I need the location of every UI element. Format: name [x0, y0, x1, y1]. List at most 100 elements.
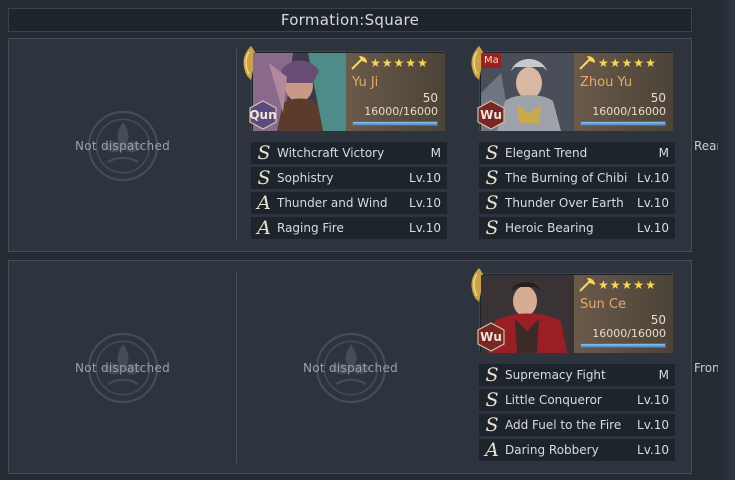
skill-level: Lv.10	[637, 221, 669, 235]
front-slot-2[interactable]: Not dispatched	[237, 261, 464, 475]
skill-row[interactable]: S Heroic Bearing Lv.10	[479, 217, 675, 239]
hero-card[interactable]: Wu ★ ★ ★ ★ ★ Sun Ce 50 16000/16000	[471, 268, 673, 353]
window-edge	[718, 0, 735, 480]
hp-bar-fill	[581, 122, 665, 125]
skill-name: Supremacy Fight	[505, 368, 606, 382]
skill-row[interactable]: S Little Conqueror Lv.10	[479, 389, 675, 411]
hp-bar	[580, 121, 666, 126]
hero-hp: 16000/16000	[592, 327, 666, 340]
hero-slot-yu-ji[interactable]: Qun ★ ★ ★ ★ ★ Yu Ji 50 16000/16000 S Wit…	[237, 39, 464, 253]
skill-grade: S	[485, 217, 499, 239]
skill-row[interactable]: S Supremacy Fight M	[479, 364, 675, 386]
skill-grade: S	[485, 192, 499, 214]
skill-list: S Supremacy Fight M S Little Conqueror L…	[479, 364, 675, 464]
skill-grade: S	[485, 364, 499, 386]
star-icon: ★	[381, 56, 393, 70]
faction-hexagon-icon: Wu	[476, 100, 506, 130]
skill-grade: S	[257, 142, 271, 164]
skill-level: M	[658, 146, 669, 160]
skill-grade: A	[257, 192, 271, 214]
skill-name: Heroic Bearing	[505, 221, 594, 235]
skill-list: S Elegant Trend M S The Burning of Chibi…	[479, 142, 675, 242]
skill-level: Lv.10	[637, 196, 669, 210]
hp-bar	[352, 121, 438, 126]
hp-bar-fill	[353, 122, 437, 125]
skill-grade: S	[485, 167, 499, 189]
skill-name: Add Fuel to the Fire	[505, 418, 622, 432]
faction-hexagon-icon: Wu	[476, 322, 506, 352]
hero-card[interactable]: Ma Wu ★ ★ ★ ★ ★ Zhou Yu 50 16000/16000	[471, 46, 673, 131]
skill-level: Lv.10	[637, 443, 669, 457]
skill-row[interactable]: S Witchcraft Victory M	[251, 142, 447, 164]
star-icon: ★	[621, 278, 633, 292]
star-icon: ★	[645, 278, 656, 292]
faction-label: Wu	[480, 108, 502, 122]
star-icon: ★	[609, 278, 621, 292]
hero-stars: ★ ★ ★ ★ ★	[350, 55, 428, 71]
star-icon: ★	[598, 56, 609, 70]
axe-icon	[351, 56, 367, 70]
star-icon: ★	[609, 56, 621, 70]
hero-tag: Ma	[482, 54, 501, 68]
front-slot-1[interactable]: Not dispatched	[9, 261, 236, 475]
star-icon: ★	[633, 278, 645, 292]
skill-name: Little Conqueror	[505, 393, 602, 407]
hero-stars: ★ ★ ★ ★ ★	[578, 55, 656, 71]
hero-info: ★ ★ ★ ★ ★ Zhou Yu 50 16000/16000	[574, 53, 672, 131]
star-icon: ★	[370, 56, 381, 70]
skill-name: Elegant Trend	[505, 146, 588, 160]
not-dispatched-label: Not dispatched	[302, 361, 399, 375]
skill-name: Raging Fire	[277, 221, 344, 235]
hero-card[interactable]: Qun ★ ★ ★ ★ ★ Yu Ji 50 16000/16000	[243, 46, 445, 131]
skill-level: Lv.10	[637, 418, 669, 432]
skill-grade: S	[485, 389, 499, 411]
skill-name: Thunder Over Earth	[505, 196, 624, 210]
hero-level: 50	[422, 91, 438, 105]
hero-hp: 16000/16000	[592, 105, 666, 118]
skill-list: S Witchcraft Victory M S Sophistry Lv.10…	[251, 142, 447, 242]
hero-name: Sun Ce	[580, 297, 626, 312]
front-row-panel: Not dispatched Not dispatched Wu ★ ★ ★ ★…	[8, 260, 692, 474]
hero-stars: ★ ★ ★ ★ ★	[578, 277, 656, 293]
skill-grade: S	[257, 167, 271, 189]
skill-row[interactable]: S Sophistry Lv.10	[251, 167, 447, 189]
faction-hexagon-icon: Qun	[248, 100, 278, 130]
skill-row[interactable]: S The Burning of Chibi Lv.10	[479, 167, 675, 189]
skill-level: Lv.10	[637, 171, 669, 185]
skill-row[interactable]: S Thunder Over Earth Lv.10	[479, 192, 675, 214]
skill-grade: A	[485, 439, 499, 461]
star-icon: ★	[645, 56, 656, 70]
star-icon: ★	[405, 56, 417, 70]
skill-grade: A	[257, 217, 271, 239]
star-icon: ★	[621, 56, 633, 70]
star-icon: ★	[393, 56, 405, 70]
hero-hp: 16000/16000	[364, 105, 438, 118]
skill-name: Sophistry	[277, 171, 334, 185]
skill-name: Witchcraft Victory	[277, 146, 385, 160]
not-dispatched-label: Not dispatched	[74, 139, 171, 153]
skill-row[interactable]: S Add Fuel to the Fire Lv.10	[479, 414, 675, 436]
rear-row-panel: Not dispatched Qun ★ ★ ★ ★ ★ Yu Ji 50 16…	[8, 38, 692, 252]
faction-label: Wu	[480, 330, 502, 344]
faction-label: Qun	[249, 108, 277, 122]
skill-level: Lv.10	[409, 221, 441, 235]
skill-name: Daring Robbery	[505, 443, 599, 457]
hero-info: ★ ★ ★ ★ ★ Yu Ji 50 16000/16000	[346, 53, 444, 131]
skill-level: Lv.10	[637, 393, 669, 407]
skill-row[interactable]: A Daring Robbery Lv.10	[479, 439, 675, 461]
rear-slot-1[interactable]: Not dispatched	[9, 39, 236, 253]
hero-level: 50	[650, 313, 666, 327]
skill-row[interactable]: A Thunder and Wind Lv.10	[251, 192, 447, 214]
hero-slot-sun-ce[interactable]: Wu ★ ★ ★ ★ ★ Sun Ce 50 16000/16000 S Sup…	[465, 261, 692, 475]
hero-info: ★ ★ ★ ★ ★ Sun Ce 50 16000/16000	[574, 275, 672, 353]
skill-level: M	[430, 146, 441, 160]
skill-row[interactable]: S Elegant Trend M	[479, 142, 675, 164]
hero-slot-zhou-yu[interactable]: Ma Wu ★ ★ ★ ★ ★ Zhou Yu 50 16000/16000 S…	[465, 39, 692, 253]
skill-level: M	[658, 368, 669, 382]
skill-level: Lv.10	[409, 171, 441, 185]
hp-bar-fill	[581, 344, 665, 347]
skill-row[interactable]: A Raging Fire Lv.10	[251, 217, 447, 239]
formation-title: Formation:Square	[8, 8, 692, 32]
hero-name: Zhou Yu	[580, 75, 633, 90]
skill-grade: S	[485, 414, 499, 436]
